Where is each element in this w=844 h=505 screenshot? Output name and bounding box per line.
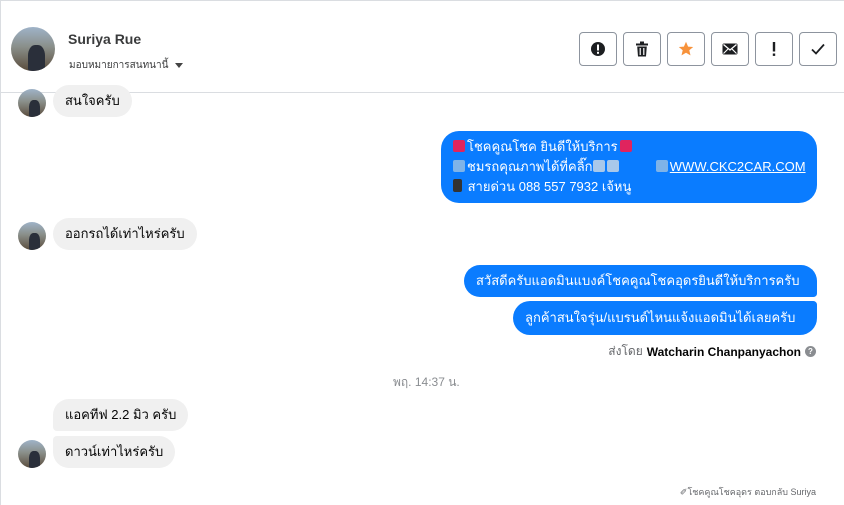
message-text: โชคคูณโชค ยินดีให้บริการ (467, 139, 618, 154)
outgoing-message[interactable]: โชคคูณโชค ยินดีให้บริการ ชมรถคุณภาพได้ที… (441, 131, 817, 203)
reply-status: ✐โชคคูณโชคอุดร ตอบกลับ Suriya (679, 487, 816, 497)
down-arrow-emoji-icon (592, 160, 605, 172)
conversation-panel: Suriya Rue มอบหมายการสนทนานี้ สนใจครับ โ… (0, 0, 844, 505)
incoming-message[interactable]: ดาวน์เท่าไหร่ครับ (53, 436, 176, 468)
contact-name[interactable]: Suriya Rue (68, 31, 141, 47)
mark-unread-button[interactable] (711, 32, 749, 66)
timestamp-divider: พฤ. 14:37 น. (393, 375, 460, 389)
outgoing-message[interactable]: ลูกค้าสนใจรุ่น/แบรนด์ไหนแจ้งแอดมินได้เลย… (513, 301, 817, 335)
message-line: สายด่วน 088 557 7932 เจ้หนู (453, 177, 805, 197)
exclamation-icon (772, 42, 776, 56)
play-button-emoji-icon (453, 160, 465, 172)
assign-label: มอบหมายการสนทนานี้ (69, 60, 169, 71)
sent-by-prefix: ส่งโดย (608, 344, 643, 358)
website-link[interactable]: WWW.CKC2CAR.COM (670, 159, 806, 174)
assign-conversation-dropdown[interactable]: มอบหมายการสนทนานี้ (69, 58, 184, 73)
conversation-header: Suriya Rue มอบหมายการสนทนานี้ (1, 1, 844, 93)
caret-down-icon (175, 63, 184, 68)
star-button[interactable] (667, 32, 705, 66)
help-icon[interactable]: ? (805, 346, 816, 357)
sender-avatar[interactable] (18, 89, 46, 117)
spam-button[interactable] (579, 32, 617, 66)
incoming-message[interactable]: ออกรถได้เท่าไหร่ครับ (53, 218, 197, 250)
sent-by-info: ส่งโดย Watcharin Chanpanyachon ? (608, 342, 816, 361)
message-line: ชมรถคุณภาพได้ที่คลิ๊ก WWW.CKC2CAR.COM (453, 157, 806, 177)
message-text: สายด่วน 088 557 7932 เจ้หนู (467, 179, 632, 194)
red-cross-emoji-icon (619, 140, 632, 152)
sent-by-name: Watcharin Chanpanyachon (646, 344, 801, 359)
red-cross-emoji-icon (453, 140, 465, 152)
mobile-phone-emoji-icon (453, 179, 462, 192)
star-icon (678, 41, 694, 56)
incoming-message[interactable]: สนใจครับ (53, 85, 132, 117)
down-arrow-emoji-icon (606, 160, 619, 172)
sender-avatar[interactable] (18, 222, 46, 250)
play-button-emoji-icon (655, 160, 668, 172)
message-text: ชมรถคุณภาพได้ที่คลิ๊ก (467, 159, 593, 174)
action-toolbar (579, 32, 837, 66)
check-icon (811, 43, 825, 55)
alert-circle-icon (591, 42, 605, 56)
delete-button[interactable] (623, 32, 661, 66)
envelope-icon (722, 43, 738, 55)
trash-icon (636, 41, 648, 57)
done-button[interactable] (799, 32, 837, 66)
outgoing-message[interactable]: สวัสดีครับแอดมินแบงค์โชคคูณโชคอุดรยินดีใ… (464, 265, 817, 297)
sender-avatar[interactable] (18, 440, 46, 468)
follow-up-button[interactable] (755, 32, 793, 66)
incoming-message[interactable]: แอคทีฟ 2.2 มิว ครับ (53, 399, 189, 431)
contact-avatar[interactable] (11, 27, 55, 71)
message-line: โชคคูณโชค ยินดีให้บริการ (453, 137, 805, 157)
